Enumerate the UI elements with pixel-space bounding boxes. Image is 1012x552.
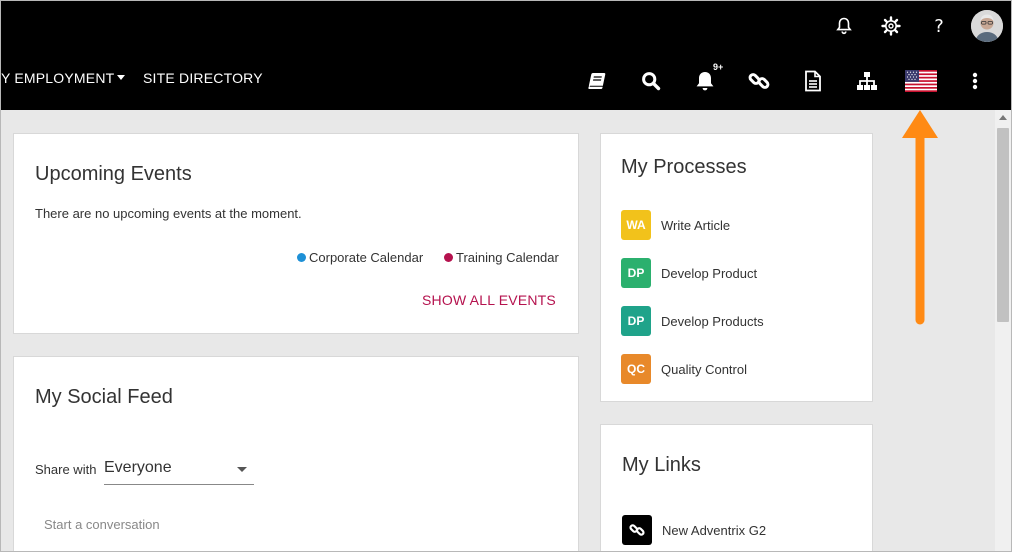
chevron-down-icon <box>117 74 126 80</box>
help-icon[interactable]: ? <box>926 13 952 39</box>
share-audience-select[interactable]: Everyone <box>104 453 254 485</box>
sitemap-icon[interactable] <box>852 66 882 96</box>
process-initials-tile: QC <box>621 354 651 384</box>
nav-item-label: SITE DIRECTORY <box>143 70 263 86</box>
link-icon <box>622 515 652 545</box>
user-avatar[interactable] <box>971 10 1003 42</box>
process-label: Develop Product <box>661 265 758 281</box>
legend-training-calendar[interactable]: Training Calendar <box>444 250 559 265</box>
card-title: My Processes <box>621 156 747 178</box>
process-label: Quality Control <box>661 361 747 377</box>
process-item-develop-product[interactable]: DP Develop Product <box>621 258 757 288</box>
search-icon[interactable] <box>636 66 666 96</box>
card-title: My Social Feed <box>35 386 173 408</box>
link-icon[interactable] <box>744 66 774 96</box>
document-icon[interactable] <box>798 66 828 96</box>
notifications-bell-icon[interactable] <box>831 13 857 39</box>
us-flag-icon[interactable] <box>904 66 938 96</box>
nav-item-site-directory[interactable]: SITE DIRECTORY <box>143 70 263 86</box>
process-initials-tile: DP <box>621 306 651 336</box>
nav-item-employment[interactable]: Y EMPLOYMENT <box>1 70 126 86</box>
corporate-calendar-dot <box>297 253 306 262</box>
card-title: Upcoming Events <box>35 163 192 185</box>
annotation-arrow <box>902 110 938 325</box>
nav-item-label: Y EMPLOYMENT <box>1 70 115 86</box>
more-vertical-icon[interactable] <box>960 66 990 96</box>
my-processes-card: My Processes WA Write Article DP Develop… <box>600 133 873 402</box>
upcoming-events-card: Upcoming Events There are no upcoming ev… <box>13 133 579 334</box>
legend-label: Training Calendar <box>456 250 559 265</box>
dropdown-caret-icon <box>237 467 247 472</box>
process-item-develop-products[interactable]: DP Develop Products <box>621 306 764 336</box>
conversation-input[interactable]: Start a conversation <box>44 517 160 532</box>
show-all-events-link[interactable]: SHOW ALL EVENTS <box>422 292 556 308</box>
training-calendar-dot <box>444 253 453 262</box>
gear-icon[interactable] <box>878 13 904 39</box>
process-initials-tile: DP <box>621 258 651 288</box>
social-feed-card: My Social Feed Share with Everyone Start… <box>13 356 579 552</box>
book-icon[interactable] <box>582 66 612 96</box>
share-with-label: Share with <box>35 462 97 477</box>
process-initials-tile: WA <box>621 210 651 240</box>
process-label: Write Article <box>661 217 731 233</box>
page-scrollbar-thumb[interactable] <box>997 128 1009 322</box>
main-navigation: Y EMPLOYMENT SITE DIRECTORY <box>0 52 1012 110</box>
help-glyph: ? <box>934 15 944 37</box>
process-item-quality-control[interactable]: QC Quality Control <box>621 354 747 384</box>
share-audience-value: Everyone <box>104 459 172 476</box>
link-item-new-adventrix-g2[interactable]: New Adventrix G2 <box>622 515 766 545</box>
process-item-write-article[interactable]: WA Write Article <box>621 210 730 240</box>
legend-corporate-calendar[interactable]: Corporate Calendar <box>297 250 423 265</box>
empty-events-message: There are no upcoming events at the mome… <box>35 206 302 221</box>
top-bar: ? <box>0 0 1012 52</box>
my-links-card: My Links New Adventrix G2 <box>600 424 873 552</box>
scroll-up-arrow-icon[interactable] <box>999 115 1007 120</box>
process-label: Develop Products <box>661 313 764 329</box>
card-title: My Links <box>622 454 701 476</box>
legend-label: Corporate Calendar <box>309 250 424 265</box>
link-label: New Adventrix G2 <box>662 522 767 538</box>
notification-count-badge: 9+ <box>713 62 724 72</box>
